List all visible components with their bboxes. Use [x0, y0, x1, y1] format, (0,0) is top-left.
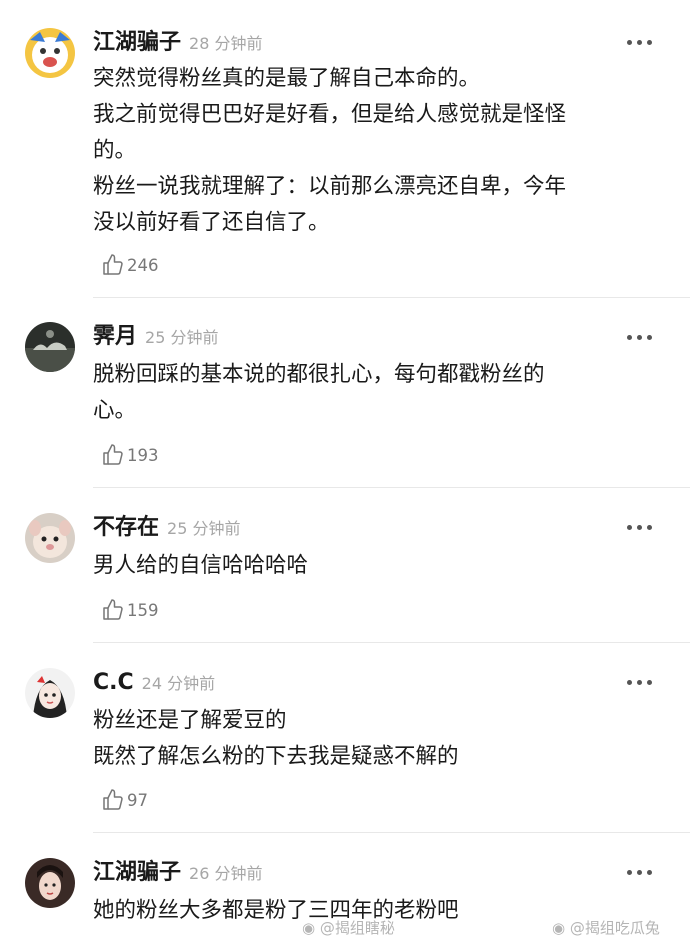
username-text[interactable]: C.C	[93, 670, 134, 695]
more-dots-icon[interactable]	[627, 335, 652, 340]
watermark: ◉ @揭组吃瓜兔	[552, 917, 660, 938]
like-button[interactable]: 193	[101, 443, 159, 467]
comment-time: 28 分钟前	[189, 34, 263, 53]
username-text[interactable]: 不存在	[93, 515, 159, 540]
username[interactable]: 霁月 25 分钟前	[93, 323, 218, 352]
comment-text: 男人给的自信哈哈哈哈	[93, 548, 673, 584]
username[interactable]: C.C 24 分钟前	[93, 669, 215, 698]
like-button[interactable]: 246	[101, 253, 159, 277]
thumbs-up-icon	[103, 444, 123, 465]
comment-line: 粉丝还是了解爱豆的	[93, 708, 287, 733]
comment-line: 粉丝一说我就理解了：以前那么漂亮还自卑，今年	[93, 174, 567, 199]
username[interactable]: 江湖骗子 28 分钟前	[93, 29, 262, 58]
divider	[93, 642, 690, 643]
like-count: 193	[127, 445, 159, 465]
comment-time: 25 分钟前	[145, 328, 219, 347]
comment-text: 脱粉回踩的基本说的都很扎心，每句都戳粉丝的 心。	[93, 357, 673, 429]
username-text[interactable]: 江湖骗子	[93, 860, 181, 885]
weibo-icon: ◉	[552, 919, 566, 937]
comment-line: 的。	[93, 138, 137, 163]
comment-line: 突然觉得粉丝真的是最了解自己本命的。	[93, 66, 481, 91]
comment-time: 26 分钟前	[189, 864, 263, 883]
comment-line: 没以前好看了还自信了。	[93, 210, 330, 235]
avatar[interactable]	[25, 858, 75, 908]
like-button[interactable]: 159	[101, 598, 159, 622]
divider	[93, 297, 690, 298]
divider	[93, 832, 690, 833]
more-dots-icon[interactable]	[627, 680, 652, 685]
comment-text: 粉丝还是了解爱豆的 既然了解怎么粉的下去我是疑惑不解的	[93, 703, 673, 775]
avatar[interactable]	[25, 513, 75, 563]
like-count: 97	[127, 790, 148, 810]
thumbs-up-icon	[103, 789, 123, 810]
comment-line: 我之前觉得巴巴好是好看，但是给人感觉就是怪怪	[93, 102, 567, 127]
like-count: 246	[127, 255, 159, 275]
watermark: ◉ @揭组瞎秘	[302, 917, 395, 938]
avatar[interactable]	[25, 28, 75, 78]
watermark-text: @揭组吃瓜兔	[569, 919, 660, 937]
username-text[interactable]: 江湖骗子	[93, 30, 181, 55]
thumbs-up-icon	[103, 254, 123, 275]
avatar[interactable]	[25, 668, 75, 718]
comment-text: 突然觉得粉丝真的是最了解自己本命的。 我之前觉得巴巴好是好看，但是给人感觉就是怪…	[93, 61, 673, 241]
comment-line: 脱粉回踩的基本说的都很扎心，每句都戳粉丝的	[93, 362, 545, 387]
comment-line: 男人给的自信哈哈哈哈	[93, 553, 309, 578]
more-dots-icon[interactable]	[627, 40, 652, 45]
like-button[interactable]: 97	[101, 788, 148, 812]
weibo-icon: ◉	[302, 919, 316, 937]
divider	[93, 487, 690, 488]
comment-line: 心。	[93, 398, 137, 423]
like-count: 159	[127, 600, 159, 620]
more-dots-icon[interactable]	[627, 525, 652, 530]
avatar[interactable]	[25, 322, 75, 372]
username[interactable]: 不存在 25 分钟前	[93, 514, 240, 543]
username[interactable]: 江湖骗子 26 分钟前	[93, 859, 262, 888]
watermark-text: @揭组瞎秘	[319, 919, 395, 937]
comment-line: 既然了解怎么粉的下去我是疑惑不解的	[93, 744, 459, 769]
more-dots-icon[interactable]	[627, 870, 652, 875]
comment-time: 25 分钟前	[167, 519, 241, 538]
thumbs-up-icon	[103, 599, 123, 620]
comment-time: 24 分钟前	[141, 674, 216, 693]
username-text[interactable]: 霁月	[93, 324, 137, 349]
